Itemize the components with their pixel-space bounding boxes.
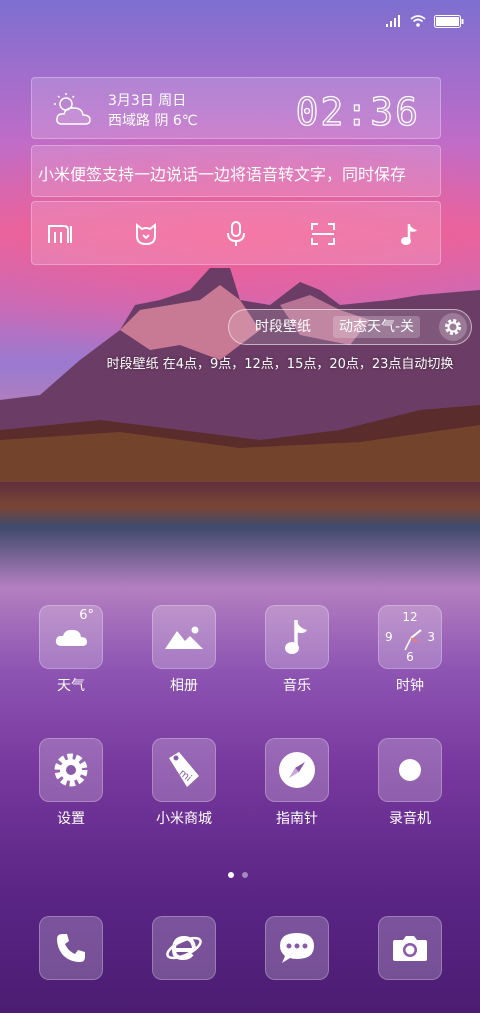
app-label: 相册	[170, 678, 198, 694]
quick-tools-widget	[31, 201, 441, 265]
gallery-icon	[152, 605, 216, 669]
page-dot-active[interactable]	[228, 872, 234, 878]
dynamic-weather-option[interactable]: 动态天气-关	[333, 316, 421, 338]
battery-icon	[434, 14, 464, 28]
note-text: 小米便签支持一边说话一边将语音转文字，同时保存	[38, 165, 407, 184]
phone-icon	[39, 916, 103, 980]
app-gallery[interactable]: 相册	[139, 605, 229, 695]
mi-store-tag-icon: mi	[152, 738, 216, 802]
status-bar	[386, 12, 464, 30]
app-recorder[interactable]: 录音机	[365, 738, 455, 828]
notes-tip-widget[interactable]: 小米便签支持一边说话一边将语音转文字，同时保存	[31, 145, 441, 197]
app-label: 天气	[57, 678, 85, 694]
app-label: 时钟	[396, 678, 424, 694]
compass-icon	[265, 738, 329, 802]
music-recognize-icon[interactable]	[394, 218, 426, 250]
signal-icon	[386, 15, 400, 27]
page-indicator	[228, 872, 248, 878]
camera-icon	[378, 916, 442, 980]
scan-icon[interactable]	[307, 218, 339, 250]
app-label: 录音机	[389, 811, 431, 827]
dock-messages[interactable]	[252, 916, 342, 980]
app-weather[interactable]: 6° 天气	[26, 605, 116, 695]
weather-cloud-icon: 6°	[39, 605, 103, 669]
app-compass[interactable]: 指南针	[252, 738, 342, 828]
digital-time: 02:36	[295, 89, 420, 134]
settings-gear-icon	[39, 738, 103, 802]
date-text: 3月3日 周日 西域路 阴 6℃	[108, 91, 198, 131]
weather-clock-widget[interactable]: 3月3日 周日 西域路 阴 6℃ 02:36	[31, 77, 441, 139]
date-label: 3月3日 周日	[108, 93, 187, 109]
messages-icon	[265, 916, 329, 980]
app-label: 指南针	[276, 811, 318, 827]
app-label: 设置	[57, 811, 85, 827]
weather-temp-badge: 6°	[79, 608, 94, 623]
app-clock[interactable]: 12 3 6 9 时钟	[365, 605, 455, 695]
clock-icon: 12 3 6 9	[378, 605, 442, 669]
mi-logo-icon[interactable]	[44, 218, 76, 250]
app-label: 小米商城	[156, 811, 212, 827]
wifi-icon	[410, 15, 426, 27]
recorder-icon	[378, 738, 442, 802]
app-label: 音乐	[283, 678, 311, 694]
wallpaper-settings-icon[interactable]	[439, 313, 467, 341]
microphone-icon[interactable]	[220, 218, 252, 250]
app-music[interactable]: 音乐	[252, 605, 342, 695]
cloudy-sun-icon	[54, 93, 91, 125]
app-mi-store[interactable]: mi 小米商城	[139, 738, 229, 828]
page-dot[interactable]	[242, 872, 248, 878]
dock-browser[interactable]	[139, 916, 229, 980]
music-note-icon	[265, 605, 329, 669]
weather-label: 西域路 阴 6℃	[108, 113, 198, 129]
dock-camera[interactable]	[365, 916, 455, 980]
time-wallpaper-option[interactable]: 时段壁纸	[249, 316, 317, 338]
dock-phone[interactable]	[26, 916, 116, 980]
wallpaper-options: 时段壁纸 动态天气-关	[228, 309, 472, 345]
wallpaper-schedule-text: 时段壁纸 在4点，9点，12点，15点，20点，23点自动切换	[106, 357, 454, 372]
mijia-icon[interactable]	[130, 218, 162, 250]
app-settings[interactable]: 设置	[26, 738, 116, 828]
browser-icon	[152, 916, 216, 980]
